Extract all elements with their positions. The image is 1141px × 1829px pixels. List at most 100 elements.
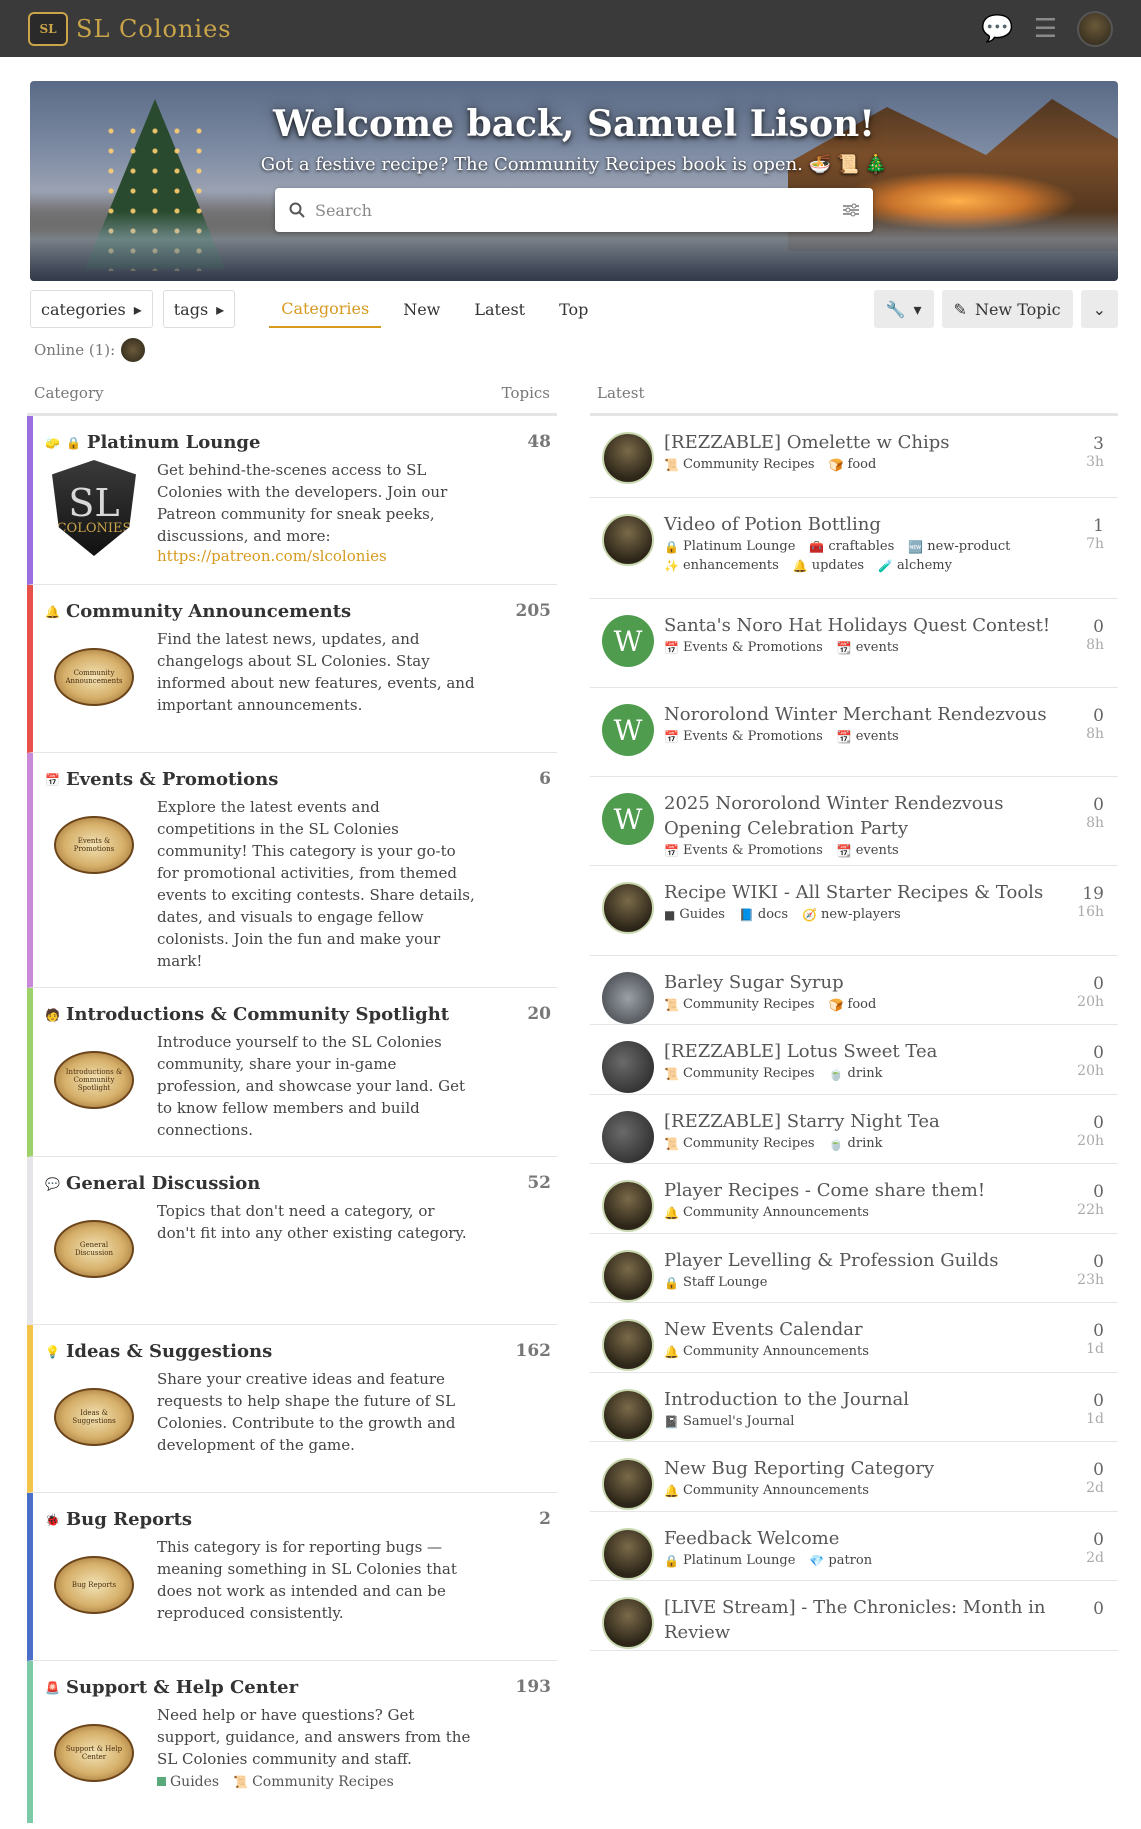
- filter-sliders-icon[interactable]: [843, 203, 859, 217]
- topic-row[interactable]: Feedback Welcome 🔒 Platinum Lounge 💎 patron 0…: [590, 1512, 1118, 1581]
- patreon-link[interactable]: https://patreon.com/slcolonies: [157, 547, 477, 565]
- topic-title[interactable]: New Events Calendar: [664, 1317, 1060, 1342]
- category-name[interactable]: Platinum Lounge: [87, 432, 261, 453]
- topic-row[interactable]: W Nororolond Winter Merchant Rendezvous 📅 E…: [590, 688, 1118, 777]
- topic-tag[interactable]: 📓 Samuel's Journal: [664, 1414, 794, 1429]
- topic-tag[interactable]: 🍵 drink: [829, 1136, 883, 1151]
- author-avatar[interactable]: [602, 1111, 654, 1163]
- topic-row[interactable]: [REZZABLE] Lotus Sweet Tea 📜 Community Rec…: [590, 1025, 1118, 1095]
- topic-tag[interactable]: 🍵 drink: [829, 1066, 883, 1081]
- topic-row[interactable]: Recipe WIKI - All Starter Recipes & Tool…: [590, 866, 1118, 956]
- topic-tag[interactable]: 🔔 Community Announcements: [664, 1483, 869, 1498]
- topic-row[interactable]: Barley Sugar Syrup 📜 Community Recipes 🍞 foo…: [590, 956, 1118, 1025]
- subcategory-community-recipes[interactable]: 📜 Community Recipes: [233, 1774, 394, 1790]
- tab-latest[interactable]: Latest: [462, 290, 537, 328]
- topic-title[interactable]: Introduction to the Journal: [664, 1387, 1060, 1412]
- topic-tag[interactable]: 🍞 food: [829, 457, 877, 472]
- author-avatar[interactable]: [602, 1319, 654, 1371]
- search-input[interactable]: Search: [275, 188, 873, 232]
- topic-row[interactable]: [REZZABLE] Omelette w Chips 📜 Community Re…: [590, 416, 1118, 498]
- topic-title[interactable]: Player Levelling & Profession Guilds: [664, 1248, 1060, 1273]
- user-avatar[interactable]: [1077, 10, 1113, 47]
- topic-title[interactable]: Player Recipes - Come share them!: [664, 1178, 1060, 1203]
- topic-tag[interactable]: 📆 events: [837, 729, 899, 744]
- category-name[interactable]: Introductions & Community Spotlight: [66, 1004, 449, 1025]
- topic-tag[interactable]: 📅 Events & Promotions: [664, 729, 823, 744]
- topic-tag[interactable]: 📜 Community Recipes: [664, 997, 815, 1012]
- activity-time[interactable]: 8h: [1086, 726, 1104, 742]
- topic-tag[interactable]: 📜 Community Recipes: [664, 1136, 815, 1151]
- activity-time[interactable]: 20h: [1077, 994, 1104, 1010]
- author-avatar[interactable]: W: [602, 615, 654, 667]
- category-row[interactable]: 💬 General Discussion 52 General Discussio…: [27, 1157, 557, 1325]
- new-topic-options-button[interactable]: ⌄: [1080, 290, 1118, 328]
- author-avatar[interactable]: [602, 1250, 654, 1302]
- tab-categories[interactable]: Categories: [269, 290, 382, 328]
- category-row[interactable]: 🐞 Bug Reports 2 Bug Reports This category…: [27, 1493, 557, 1661]
- online-user-avatar[interactable]: [121, 338, 146, 362]
- activity-time[interactable]: 2d: [1086, 1480, 1104, 1496]
- topic-title[interactable]: 2025 Nororolond Winter Rendezvous Openin…: [664, 791, 1060, 841]
- author-avatar[interactable]: [602, 1528, 654, 1580]
- topic-tag[interactable]: ✨ enhancements: [664, 558, 779, 573]
- author-avatar[interactable]: [602, 882, 654, 934]
- admin-tools-button[interactable]: 🔧 ▾: [873, 290, 934, 328]
- category-name[interactable]: Ideas & Suggestions: [66, 1341, 272, 1362]
- topic-tag[interactable]: 🔔 Community Announcements: [664, 1205, 869, 1220]
- tags-dropdown[interactable]: tags ▸: [162, 290, 236, 328]
- topic-tag[interactable]: 🔔 updates: [793, 558, 864, 573]
- hamburger-menu-icon[interactable]: ☰: [1034, 16, 1057, 42]
- category-row[interactable]: 🧽 🔒 Platinum Lounge 48 SL COLONIES Get behi…: [27, 416, 557, 585]
- activity-time[interactable]: 2d: [1086, 1550, 1104, 1566]
- topic-title[interactable]: Feedback Welcome: [664, 1526, 1060, 1551]
- activity-time[interactable]: 7h: [1086, 536, 1104, 552]
- topic-title[interactable]: Video of Potion Bottling: [664, 512, 1060, 537]
- category-row[interactable]: 🧑 Introductions & Community Spotlight 20 …: [27, 988, 557, 1157]
- activity-time[interactable]: 20h: [1077, 1133, 1104, 1149]
- category-row[interactable]: 🚨 Support & Help Center 193 Support & Hel…: [27, 1661, 557, 1823]
- category-name[interactable]: General Discussion: [66, 1173, 260, 1194]
- site-logo[interactable]: SL SL Colonies: [28, 11, 232, 46]
- activity-time[interactable]: 20h: [1077, 1063, 1104, 1079]
- topic-row[interactable]: Player Levelling & Profession Guilds 🔒 Sta…: [590, 1234, 1118, 1303]
- author-avatar[interactable]: [602, 1458, 654, 1510]
- topic-title[interactable]: Santa's Noro Hat Holidays Quest Contest!: [664, 613, 1060, 638]
- topic-title[interactable]: Nororolond Winter Merchant Rendezvous: [664, 702, 1060, 727]
- author-avatar[interactable]: [602, 1597, 654, 1649]
- topic-title[interactable]: [REZZABLE] Lotus Sweet Tea: [664, 1039, 1060, 1064]
- activity-time[interactable]: 8h: [1086, 637, 1104, 653]
- activity-time[interactable]: 8h: [1086, 815, 1104, 831]
- topic-row[interactable]: New Events Calendar 🔔 Community Announceme…: [590, 1303, 1118, 1373]
- topic-title[interactable]: [LIVE Stream] - The Chronicles: Month in…: [664, 1595, 1060, 1645]
- author-avatar[interactable]: [602, 1180, 654, 1232]
- topic-row[interactable]: Introduction to the Journal 📓 Samuel's Jou…: [590, 1373, 1118, 1442]
- author-avatar[interactable]: [602, 432, 654, 484]
- new-topic-button[interactable]: ✎ New Topic: [941, 290, 1073, 328]
- topic-title[interactable]: [REZZABLE] Omelette w Chips: [664, 430, 1060, 455]
- topic-row[interactable]: Player Recipes - Come share them! 🔔 Commun…: [590, 1164, 1118, 1234]
- topic-tag[interactable]: 📜 Community Recipes: [664, 1066, 815, 1081]
- topic-title[interactable]: [REZZABLE] Starry Night Tea: [664, 1109, 1060, 1134]
- category-row[interactable]: 💡 Ideas & Suggestions 162 Ideas & Suggest…: [27, 1325, 557, 1493]
- topic-tag[interactable]: 🧭 new-players: [802, 907, 901, 922]
- category-row[interactable]: 🔔 Community Announcements 205 Community A…: [27, 585, 557, 753]
- topic-tag[interactable]: 📜 Community Recipes: [664, 457, 815, 472]
- topic-tag[interactable]: 🔒 Platinum Lounge: [664, 539, 795, 554]
- categories-dropdown[interactable]: categories ▸: [30, 290, 153, 328]
- author-avatar[interactable]: [602, 1041, 654, 1093]
- topic-row[interactable]: Video of Potion Bottling 🔒 Platinum Lounge…: [590, 498, 1118, 599]
- topic-tag[interactable]: 💎 patron: [809, 1553, 872, 1568]
- topic-tag[interactable]: 📅 Events & Promotions: [664, 640, 823, 655]
- topic-tag[interactable]: 🆕 new-product: [908, 539, 1010, 554]
- category-row[interactable]: 📅 Events & Promotions 6 Events & Promotio…: [27, 753, 557, 988]
- author-avatar[interactable]: [602, 972, 654, 1024]
- topic-tag[interactable]: 📆 events: [837, 843, 899, 858]
- topic-tag[interactable]: 📅 Events & Promotions: [664, 843, 823, 858]
- topic-title[interactable]: New Bug Reporting Category: [664, 1456, 1060, 1481]
- category-name[interactable]: Bug Reports: [66, 1509, 192, 1530]
- topic-tag[interactable]: ■ Guides: [664, 907, 725, 922]
- tab-top[interactable]: Top: [547, 290, 600, 328]
- author-avatar[interactable]: W: [602, 793, 654, 845]
- topic-tag[interactable]: 📘 docs: [739, 907, 788, 922]
- chat-icon[interactable]: 💬: [981, 16, 1013, 42]
